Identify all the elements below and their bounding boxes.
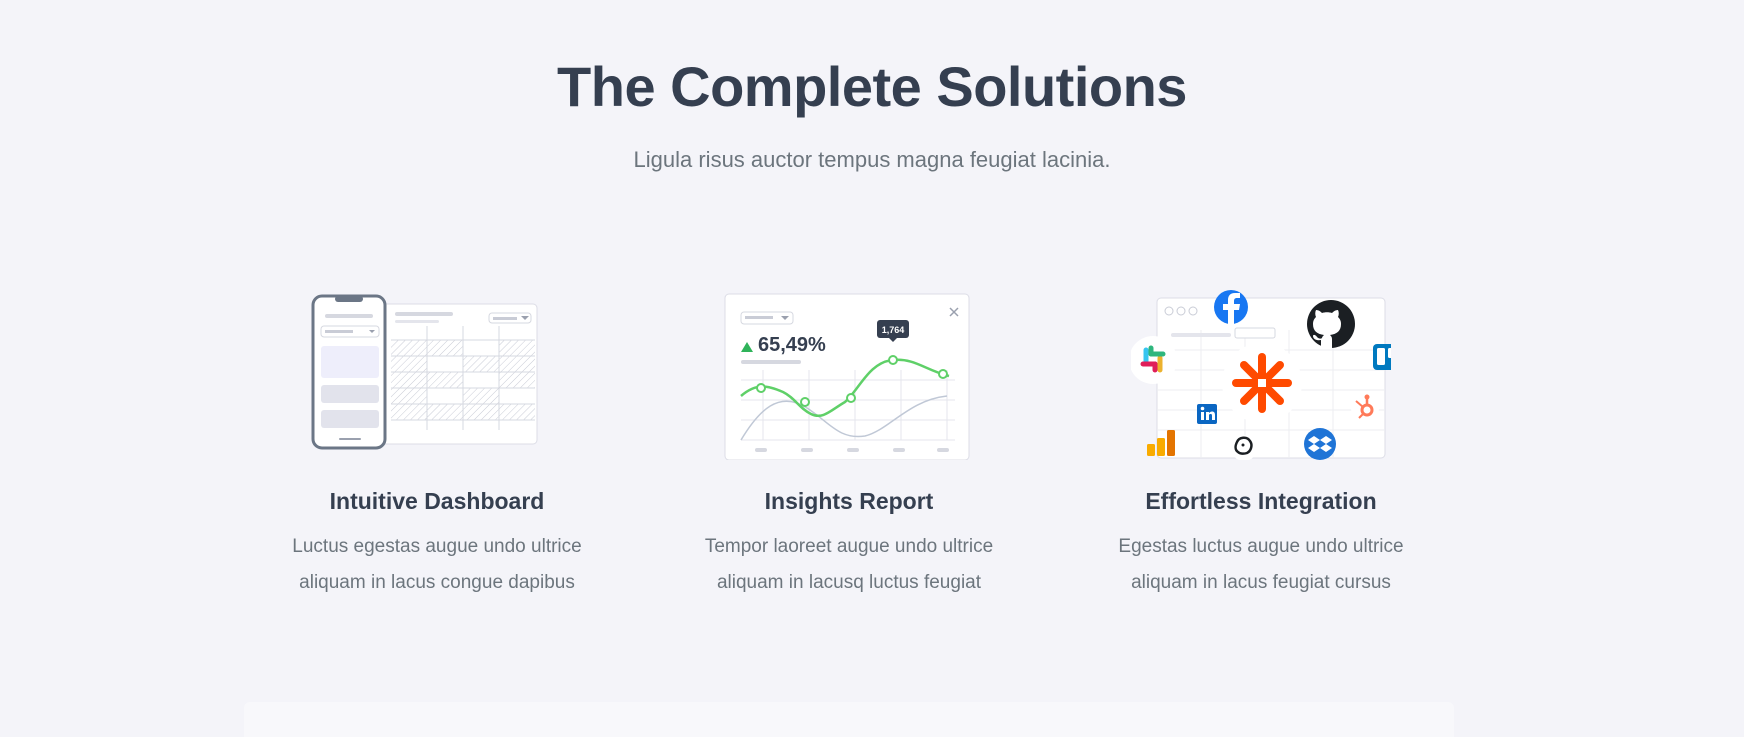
integration-illustration: [1131, 290, 1391, 460]
feature-card-integration: Effortless Integration Egestas luctus au…: [1071, 290, 1451, 601]
feature-card-dashboard: Intuitive Dashboard Luctus egestas augue…: [247, 290, 627, 601]
feature-description-line-1: Luctus egestas augue undo ultrice: [292, 536, 582, 557]
feature-description-line-2: aliquam in lacusq luctus feugiat: [716, 572, 982, 593]
feature-description-line-2: aliquam in lacus feugiat cursus: [1131, 572, 1391, 593]
feature-description-line-1: Egestas luctus augue undo ultrice: [1118, 536, 1404, 557]
trello-icon: [1373, 344, 1391, 370]
feature-description-line-1: Tempor laoreet augue undo ultrice: [704, 536, 994, 557]
feature-description: Tempor laoreet augue undo ultrice aliqua…: [659, 529, 1039, 601]
slack-icon: [1131, 336, 1177, 384]
facebook-icon: [1214, 290, 1248, 324]
tooltip-value: 1,764: [882, 325, 905, 335]
feature-description: Luctus egestas augue undo ultrice aliqua…: [247, 529, 627, 601]
solutions-section: The Complete Solutions Ligula risus auct…: [0, 0, 1744, 737]
github-icon: [1307, 300, 1355, 348]
feature-title: Effortless Integration: [1145, 488, 1377, 514]
dropbox-icon: [1304, 428, 1336, 460]
zapier-icon: [1222, 343, 1302, 423]
feature-description-line-2: aliquam in lacus congue dapibus: [299, 572, 575, 593]
dashboard-illustration: [311, 294, 538, 450]
section-title: The Complete Solutions: [557, 55, 1187, 118]
feature-card-insights: 65,49% 1,764 Insights Report Tempor laor…: [659, 290, 1039, 601]
feature-title: Insights Report: [764, 488, 934, 514]
feature-description: Egestas luctus augue undo ultrice aliqua…: [1071, 529, 1451, 601]
hubspot-icon: [1351, 394, 1379, 422]
feature-title: Intuitive Dashboard: [329, 488, 545, 514]
mailchimp-icon: [1231, 435, 1257, 460]
features-row: Intuitive Dashboard Luctus egestas augue…: [0, 290, 1744, 620]
section-subtitle: Ligula risus auctor tempus magna feugiat…: [633, 147, 1111, 172]
linkedin-icon: [1197, 404, 1217, 424]
next-section-card: [244, 702, 1454, 737]
insights-illustration: 65,49% 1,764: [724, 293, 970, 460]
stat-value: 65,49%: [758, 334, 826, 356]
